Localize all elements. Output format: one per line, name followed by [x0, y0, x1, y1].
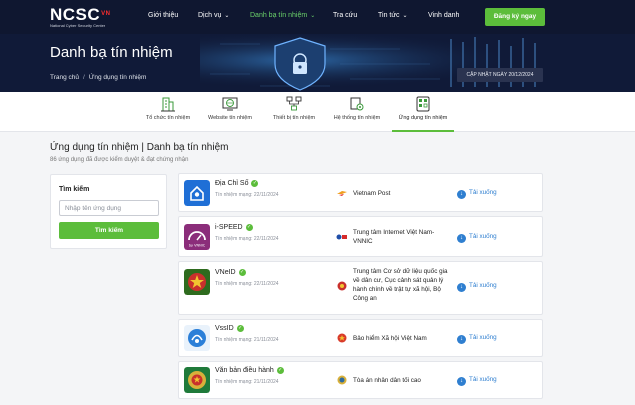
org-name: Bảo hiểm Xã hội Việt Nam	[353, 335, 427, 342]
nav-label: Giới thiệu	[148, 12, 179, 19]
globe-icon	[222, 97, 238, 111]
org-name: Vietnam Post	[353, 190, 391, 197]
nav-item-tra-cuu[interactable]: Tra cứu	[333, 12, 357, 19]
nav-item-danh-ba-tin-nhiem[interactable]: Danh bạ tín nhiệm ⌄	[250, 12, 315, 19]
search-input[interactable]	[59, 200, 159, 216]
section-title: Ứng dụng tín nhiệm | Danh bạ tín nhiệm	[50, 142, 229, 153]
court-emblem-icon	[184, 367, 210, 393]
app-name: Địa Chỉ Số ✓	[215, 180, 259, 187]
list-item[interactable]: Văn bản điều hành ✓ Tín nhiệm mạng: 21/11…	[178, 361, 543, 399]
police-emblem-icon	[337, 281, 347, 291]
page-title: Danh bạ tín nhiệm	[50, 44, 173, 61]
device-network-icon	[286, 96, 302, 111]
verified-check-icon: ✓	[236, 325, 244, 332]
logo-subtitle: National Cyber Security Center	[50, 23, 106, 28]
download-icon: ↓	[457, 234, 466, 243]
search-label: Tìm kiếm	[59, 186, 90, 193]
supreme-court-emblem-icon	[337, 375, 347, 385]
shield-lock-illustration	[200, 34, 635, 92]
tab-to-chuc[interactable]: Tổ chức tín nhiệm	[137, 92, 199, 132]
breadcrumb: Trang chủ / Ứng dụng tín nhiệm	[50, 74, 146, 81]
register-button[interactable]: Đăng ký ngay	[485, 8, 545, 26]
download-icon: ↓	[457, 283, 466, 292]
vietnam-post-logo-icon	[337, 191, 347, 196]
app-name: i-SPEED ✓	[215, 224, 253, 231]
category-tabs: Tổ chức tín nhiệm Website tín nhiệm Thiế…	[0, 92, 635, 132]
download-link[interactable]: ↓ Tải xuống	[457, 189, 497, 199]
nav-item-gioi-thieu[interactable]: Giới thiệu	[148, 12, 178, 19]
nav-label: Dịch vụ	[198, 12, 222, 19]
download-icon: ↓	[457, 335, 466, 344]
tab-he-thong[interactable]: Hệ thống tín nhiệm	[326, 92, 388, 132]
tab-label: Ứng dụng tín nhiệm	[398, 115, 448, 121]
i-speed-logo-icon: by VNNIC	[184, 224, 210, 250]
nav-item-tin-tuc[interactable]: Tin tức ⌄	[378, 12, 408, 19]
search-panel: Tìm kiếm Tìm kiếm	[50, 174, 167, 249]
vnnic-logo-icon	[336, 234, 347, 240]
verified-check-icon: ✓	[276, 367, 284, 374]
app-date: Tín nhiệm mạng: 22/11/2024	[215, 192, 279, 198]
org-name: Trung tâm Internet Việt Nam-VNNIC	[353, 229, 435, 245]
download-link[interactable]: ↓ Tải xuống	[457, 282, 497, 292]
app-grid-icon	[416, 96, 430, 112]
search-button[interactable]: Tìm kiếm	[59, 222, 159, 239]
breadcrumb-separator: /	[83, 74, 85, 81]
chevron-down-icon: ⌄	[402, 13, 408, 19]
system-cog-icon	[350, 97, 364, 111]
tab-label: Tổ chức tín nhiệm	[145, 115, 191, 121]
tab-label: Hệ thống tín nhiệm	[333, 115, 381, 121]
app-date: Tín nhiệm mạng: 22/11/2024	[215, 281, 279, 287]
update-date-badge: CẬP NHẬT NGÀY 20/12/2024	[457, 68, 543, 82]
list-item[interactable]: VNeID ✓ Tín nhiệm mạng: 22/11/2024 Trung …	[178, 261, 543, 315]
breadcrumb-current: Ứng dụng tín nhiệm	[88, 74, 147, 81]
nav-label: Tin tức	[378, 12, 400, 19]
download-icon: ↓	[457, 190, 466, 199]
social-insurance-emblem-icon	[337, 333, 347, 343]
verified-check-icon: ✓	[238, 269, 246, 276]
chevron-down-icon: ⌄	[310, 13, 316, 19]
nav-label: Tra cứu	[333, 12, 358, 19]
nav-label: Danh bạ tín nhiệm	[250, 12, 308, 19]
breadcrumb-home[interactable]: Trang chủ	[50, 74, 79, 81]
nav-item-vinh-danh[interactable]: Vinh danh	[428, 12, 459, 19]
download-icon: ↓	[457, 377, 466, 386]
download-link[interactable]: ↓ Tải xuống	[457, 334, 497, 344]
top-navbar: NCSCVN National Cyber Security Center Gi…	[0, 0, 635, 34]
ncsc-logo[interactable]: NCSCVN National Cyber Security Center	[50, 6, 110, 30]
list-item[interactable]: by VNNIC i-SPEED ✓ Tín nhiệm mạng: 22/11/…	[178, 216, 543, 257]
dia-chi-so-logo-icon	[184, 180, 210, 206]
nav-label: Vinh danh	[428, 12, 460, 19]
app-name: VNeID ✓	[215, 269, 246, 276]
logo-text: NCSC	[50, 5, 101, 24]
vssid-logo-icon	[184, 325, 210, 351]
building-icon	[161, 97, 175, 112]
tab-label: Website tín nhiệm	[208, 115, 252, 121]
app-name: Văn bản điều hành ✓	[215, 367, 284, 374]
tab-ung-dung[interactable]: Ứng dụng tín nhiệm	[392, 92, 454, 132]
app-date: Tín nhiệm mạng: 21/11/2024	[215, 379, 279, 385]
org-name: Trung tâm Cơ sở dữ liệu quốc gia về dân …	[353, 268, 448, 302]
nav-item-dich-vu[interactable]: Dịch vụ ⌄	[198, 12, 229, 19]
section-subtitle: 86 ứng dụng đã được kiểm duyệt & đạt chứ…	[50, 157, 189, 163]
list-item[interactable]: VssID ✓ Tín nhiệm mạng: 21/11/2024 Bảo hi…	[178, 319, 543, 357]
list-item[interactable]: Địa Chỉ Số ✓ Tín nhiệm mạng: 22/11/2024 V…	[178, 173, 543, 212]
tab-thiet-bi[interactable]: Thiết bị tín nhiệm	[263, 92, 325, 132]
download-link[interactable]: ↓ Tải xuống	[457, 376, 497, 386]
hero-banner: Danh bạ tín nhiệm Trang chủ / Ứng dụng tín…	[0, 34, 635, 92]
app-date: Tín nhiệm mạng: 21/11/2024	[215, 337, 279, 343]
tab-label: Thiết bị tín nhiệm	[272, 115, 316, 121]
vneid-emblem-icon	[184, 269, 210, 295]
tab-website[interactable]: Website tín nhiệm	[199, 92, 261, 132]
app-date: Tín nhiệm mạng: 22/11/2024	[215, 236, 279, 242]
app-name: VssID ✓	[215, 325, 244, 332]
org-name: Tòa án nhân dân tối cao	[353, 377, 421, 384]
chevron-down-icon: ⌄	[224, 13, 230, 19]
verified-check-icon: ✓	[245, 224, 253, 231]
download-link[interactable]: ↓ Tải xuống	[457, 233, 497, 243]
logo-suffix: VN	[101, 11, 111, 17]
verified-check-icon: ✓	[251, 180, 259, 187]
logo-caption: by VNNIC	[189, 244, 206, 248]
